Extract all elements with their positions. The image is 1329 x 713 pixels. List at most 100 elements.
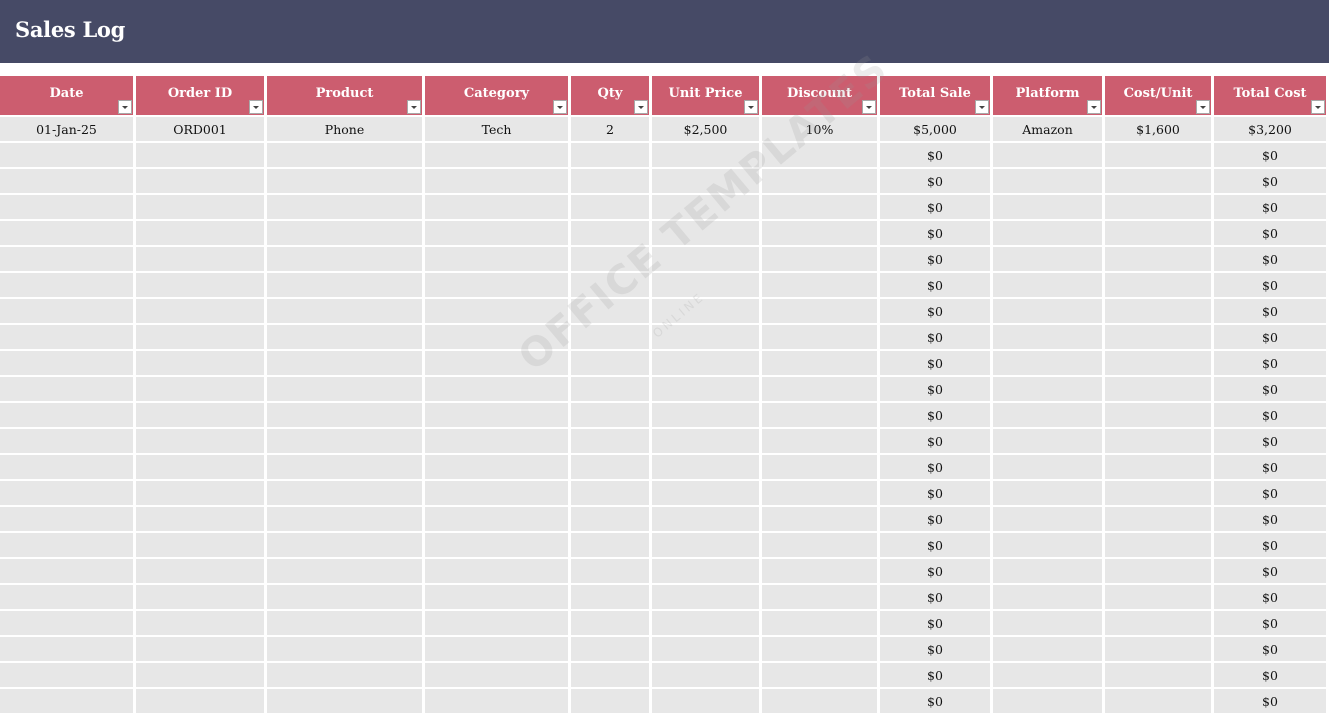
filter-dropdown-icon[interactable] bbox=[1087, 100, 1101, 114]
cell-unit-price[interactable] bbox=[652, 221, 759, 245]
cell-order-id[interactable] bbox=[136, 247, 264, 271]
cell-qty[interactable]: 2 bbox=[571, 117, 649, 141]
cell-total-sale[interactable]: $5,000 bbox=[880, 117, 990, 141]
cell-unit-price[interactable] bbox=[652, 429, 759, 453]
cell-category[interactable] bbox=[425, 533, 568, 557]
cell-platform[interactable] bbox=[993, 455, 1102, 479]
cell-total-cost[interactable]: $0 bbox=[1214, 429, 1326, 453]
cell-date[interactable] bbox=[0, 507, 133, 531]
cell-category[interactable] bbox=[425, 169, 568, 193]
cell-cost-unit[interactable] bbox=[1105, 637, 1211, 661]
cell-date[interactable] bbox=[0, 481, 133, 505]
cell-total-cost[interactable]: $0 bbox=[1214, 481, 1326, 505]
cell-qty[interactable] bbox=[571, 585, 649, 609]
cell-platform[interactable] bbox=[993, 663, 1102, 687]
cell-cost-unit[interactable] bbox=[1105, 377, 1211, 401]
cell-product[interactable] bbox=[267, 663, 422, 687]
cell-product[interactable] bbox=[267, 351, 422, 375]
filter-dropdown-icon[interactable] bbox=[744, 100, 758, 114]
cell-unit-price[interactable] bbox=[652, 195, 759, 219]
filter-dropdown-icon[interactable] bbox=[634, 100, 648, 114]
cell-date[interactable] bbox=[0, 143, 133, 167]
cell-unit-price[interactable] bbox=[652, 325, 759, 349]
cell-total-cost[interactable]: $0 bbox=[1214, 637, 1326, 661]
cell-order-id[interactable] bbox=[136, 611, 264, 635]
cell-qty[interactable] bbox=[571, 429, 649, 453]
cell-discount[interactable] bbox=[762, 195, 877, 219]
cell-order-id[interactable] bbox=[136, 403, 264, 427]
cell-discount[interactable] bbox=[762, 247, 877, 271]
filter-dropdown-icon[interactable] bbox=[118, 100, 132, 114]
cell-product[interactable] bbox=[267, 481, 422, 505]
cell-product[interactable] bbox=[267, 221, 422, 245]
cell-category[interactable] bbox=[425, 143, 568, 167]
cell-discount[interactable] bbox=[762, 169, 877, 193]
cell-date[interactable] bbox=[0, 273, 133, 297]
cell-qty[interactable] bbox=[571, 507, 649, 531]
cell-category[interactable] bbox=[425, 637, 568, 661]
cell-order-id[interactable] bbox=[136, 195, 264, 219]
cell-total-cost[interactable]: $0 bbox=[1214, 689, 1326, 713]
cell-total-sale[interactable]: $0 bbox=[880, 481, 990, 505]
cell-qty[interactable] bbox=[571, 325, 649, 349]
cell-platform[interactable] bbox=[993, 377, 1102, 401]
cell-category[interactable] bbox=[425, 507, 568, 531]
cell-product[interactable] bbox=[267, 273, 422, 297]
cell-total-sale[interactable]: $0 bbox=[880, 429, 990, 453]
cell-date[interactable] bbox=[0, 663, 133, 687]
cell-discount[interactable] bbox=[762, 455, 877, 479]
cell-total-cost[interactable]: $0 bbox=[1214, 559, 1326, 583]
cell-date[interactable] bbox=[0, 689, 133, 713]
cell-discount[interactable] bbox=[762, 143, 877, 167]
cell-total-cost[interactable]: $0 bbox=[1214, 455, 1326, 479]
cell-category[interactable] bbox=[425, 663, 568, 687]
cell-unit-price[interactable] bbox=[652, 689, 759, 713]
cell-order-id[interactable] bbox=[136, 507, 264, 531]
cell-date[interactable] bbox=[0, 611, 133, 635]
cell-platform[interactable] bbox=[993, 325, 1102, 349]
cell-discount[interactable] bbox=[762, 533, 877, 557]
cell-total-sale[interactable]: $0 bbox=[880, 221, 990, 245]
cell-unit-price[interactable] bbox=[652, 611, 759, 635]
cell-total-sale[interactable]: $0 bbox=[880, 377, 990, 401]
cell-qty[interactable] bbox=[571, 455, 649, 479]
cell-total-sale[interactable]: $0 bbox=[880, 689, 990, 713]
cell-order-id[interactable] bbox=[136, 273, 264, 297]
cell-unit-price[interactable] bbox=[652, 273, 759, 297]
cell-date[interactable] bbox=[0, 169, 133, 193]
cell-cost-unit[interactable] bbox=[1105, 403, 1211, 427]
cell-total-cost[interactable]: $0 bbox=[1214, 221, 1326, 245]
cell-date[interactable] bbox=[0, 429, 133, 453]
cell-category[interactable]: Tech bbox=[425, 117, 568, 141]
cell-total-cost[interactable]: $0 bbox=[1214, 169, 1326, 193]
cell-category[interactable] bbox=[425, 481, 568, 505]
cell-unit-price[interactable] bbox=[652, 351, 759, 375]
cell-order-id[interactable] bbox=[136, 663, 264, 687]
cell-unit-price[interactable] bbox=[652, 247, 759, 271]
cell-qty[interactable] bbox=[571, 195, 649, 219]
cell-total-cost[interactable]: $0 bbox=[1214, 507, 1326, 531]
cell-discount[interactable] bbox=[762, 663, 877, 687]
cell-category[interactable] bbox=[425, 559, 568, 583]
cell-order-id[interactable] bbox=[136, 377, 264, 401]
cell-platform[interactable] bbox=[993, 169, 1102, 193]
cell-category[interactable] bbox=[425, 585, 568, 609]
cell-date[interactable] bbox=[0, 455, 133, 479]
filter-dropdown-icon[interactable] bbox=[249, 100, 263, 114]
cell-date[interactable] bbox=[0, 533, 133, 557]
cell-date[interactable] bbox=[0, 195, 133, 219]
cell-total-cost[interactable]: $0 bbox=[1214, 247, 1326, 271]
cell-product[interactable] bbox=[267, 325, 422, 349]
cell-category[interactable] bbox=[425, 247, 568, 271]
cell-platform[interactable] bbox=[993, 559, 1102, 583]
cell-total-sale[interactable]: $0 bbox=[880, 325, 990, 349]
cell-cost-unit[interactable] bbox=[1105, 455, 1211, 479]
cell-total-cost[interactable]: $0 bbox=[1214, 403, 1326, 427]
cell-discount[interactable] bbox=[762, 481, 877, 505]
cell-date[interactable] bbox=[0, 585, 133, 609]
cell-date[interactable] bbox=[0, 559, 133, 583]
cell-order-id[interactable] bbox=[136, 351, 264, 375]
cell-cost-unit[interactable] bbox=[1105, 533, 1211, 557]
cell-cost-unit[interactable] bbox=[1105, 221, 1211, 245]
cell-cost-unit[interactable]: $1,600 bbox=[1105, 117, 1211, 141]
